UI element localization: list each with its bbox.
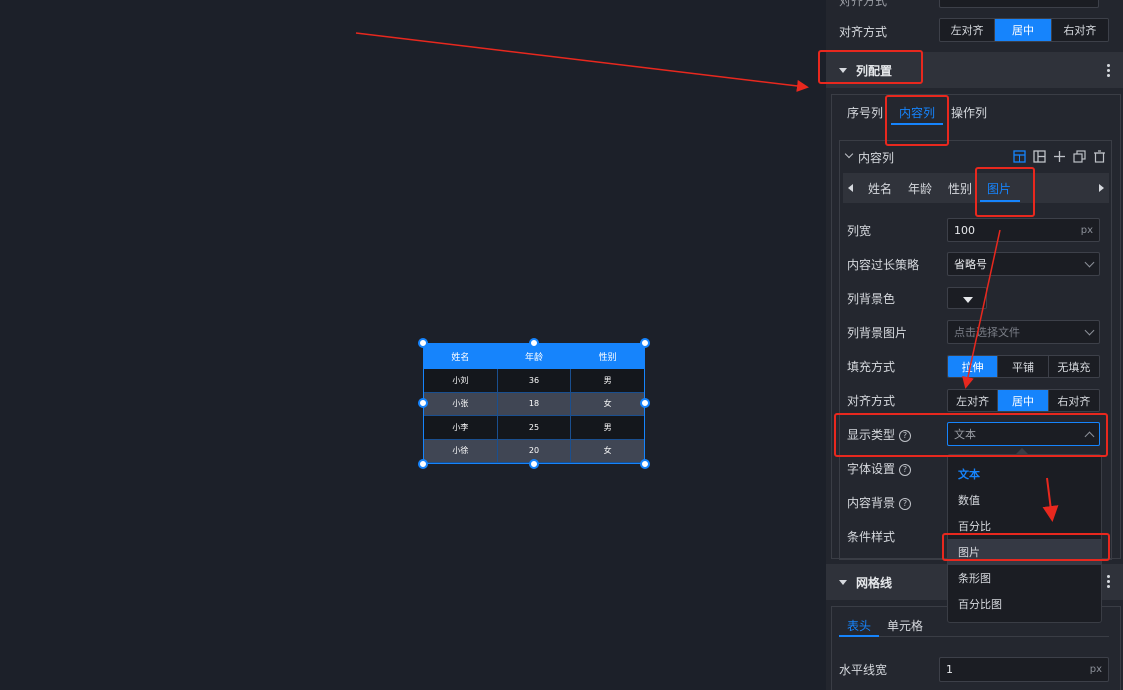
annotation-arrow	[1042, 477, 1059, 522]
annotation-arrow	[962, 229, 1001, 389]
annotation-arrow	[355, 32, 809, 92]
annotation-arrows	[355, 32, 1059, 522]
